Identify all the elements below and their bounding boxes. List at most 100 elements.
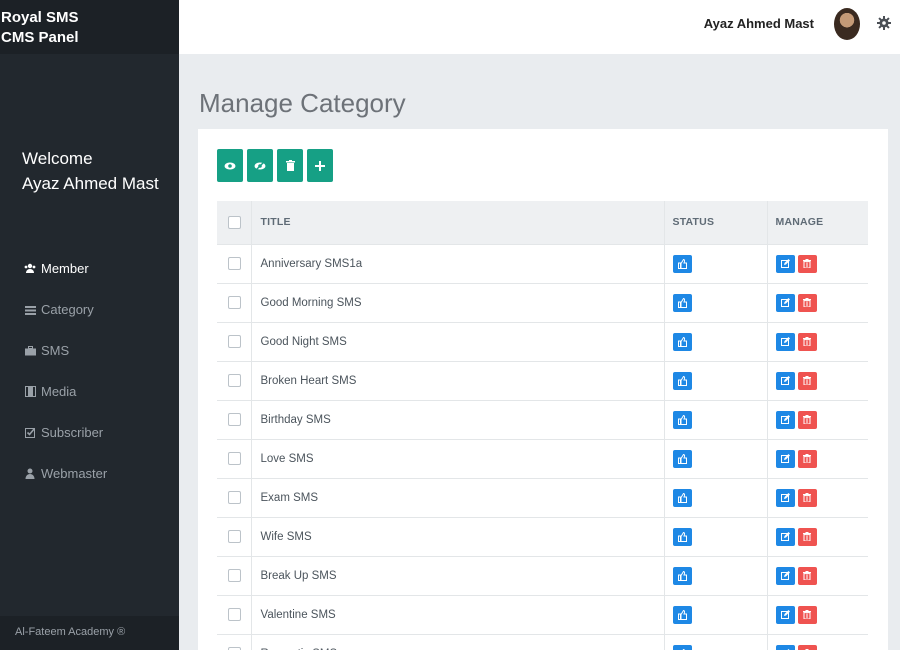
sidebar-item-subscriber[interactable]: Subscriber [0,412,179,453]
sidebar-item-category[interactable]: Category [0,289,179,330]
column-header-title[interactable]: TITLE [251,201,665,244]
select-all-checkbox[interactable] [228,215,241,229]
table-row: Good Morning SMS [217,282,868,322]
delete-button[interactable] [797,527,817,546]
delete-button[interactable] [797,449,817,468]
eye-slash-icon [254,161,266,171]
edit-icon [780,571,790,580]
status-toggle-button[interactable] [672,410,692,429]
row-checkbox[interactable] [228,452,241,465]
edit-button[interactable] [775,566,795,585]
edit-button[interactable] [775,449,795,468]
row-checkbox[interactable] [228,374,241,387]
row-status-cell [664,438,768,478]
row-select-cell [217,477,252,517]
edit-button[interactable] [775,644,795,650]
row-checkbox[interactable] [228,569,241,582]
briefcase-icon [24,345,36,357]
row-manage-cell [767,360,868,400]
row-checkbox[interactable] [228,491,241,504]
row-manage-cell [767,516,868,556]
status-toggle-button[interactable] [672,254,692,273]
table-row: Good Night SMS [217,321,868,361]
row-select-cell [217,282,252,322]
column-header-manage: MANAGE [775,216,824,229]
status-toggle-button[interactable] [672,371,692,390]
row-select-cell [217,438,252,478]
row-checkbox[interactable] [228,530,241,543]
edit-icon [780,415,790,424]
row-title: Broken Heart SMS [251,360,665,400]
row-status-cell [664,321,768,361]
row-select-cell [217,594,252,634]
thumbs-up-icon [677,570,687,581]
sidebar-item-label: Category [41,302,94,317]
sidebar-item-media[interactable]: Media [0,371,179,412]
table-body: Anniversary SMS1a Good Morning SMS Good Ni… [217,243,868,650]
delete-button[interactable] [797,371,817,390]
edit-button[interactable] [775,293,795,312]
row-select-cell [217,321,252,361]
hide-button[interactable] [247,149,273,182]
row-title: Break Up SMS [251,555,665,595]
status-toggle-button[interactable] [672,293,692,312]
gear-icon[interactable] [877,16,891,30]
header-username[interactable]: Ayaz Ahmed Mast [704,16,814,31]
sidebar-item-sms[interactable]: SMS [0,330,179,371]
status-toggle-button[interactable] [672,332,692,351]
status-toggle-button[interactable] [672,644,692,650]
delete-selected-button[interactable] [277,149,303,182]
column-header-status[interactable]: STATUS [664,201,768,244]
edit-icon [780,376,790,385]
edit-button[interactable] [775,605,795,624]
row-manage-cell [767,633,868,650]
trash-icon [803,337,811,346]
delete-button[interactable] [797,332,817,351]
sidebar-footer: Al-Fateem Academy ® [0,616,179,650]
thumbs-up-icon [677,531,687,542]
row-title: Good Night SMS [251,321,665,361]
welcome-label: Welcome [22,149,93,168]
edit-button[interactable] [775,332,795,351]
delete-button[interactable] [797,254,817,273]
delete-button[interactable] [797,566,817,585]
select-all-cell [217,201,252,244]
row-status-cell [664,477,768,517]
avatar[interactable] [834,8,860,40]
row-select-cell [217,243,252,283]
thumbs-up-icon [677,297,687,308]
row-checkbox[interactable] [228,413,241,426]
delete-button[interactable] [797,293,817,312]
row-checkbox[interactable] [228,257,241,270]
row-manage-cell [767,399,868,439]
sidebar-item-webmaster[interactable]: Webmaster [0,453,179,494]
row-select-cell [217,516,252,556]
edit-button[interactable] [775,527,795,546]
delete-button[interactable] [797,410,817,429]
edit-button[interactable] [775,254,795,273]
status-toggle-button[interactable] [672,566,692,585]
row-title: Valentine SMS [251,594,665,634]
edit-button[interactable] [775,410,795,429]
page-title: Manage Category [199,88,406,118]
show-button[interactable] [217,149,243,182]
status-toggle-button[interactable] [672,527,692,546]
sidebar-item-member[interactable]: Member [0,248,179,289]
thumbs-up-icon [677,453,687,464]
row-checkbox[interactable] [228,296,241,309]
row-checkbox[interactable] [228,608,241,621]
trash-icon [803,298,811,307]
row-checkbox[interactable] [228,335,241,348]
brand-logo[interactable]: Royal SMS CMS Panel [0,0,179,54]
delete-button[interactable] [797,644,817,650]
add-category-button[interactable] [307,149,333,182]
thumbs-up-icon [677,258,687,269]
delete-button[interactable] [797,605,817,624]
status-toggle-button[interactable] [672,605,692,624]
status-toggle-button[interactable] [672,488,692,507]
edit-button[interactable] [775,488,795,507]
edit-button[interactable] [775,371,795,390]
status-toggle-button[interactable] [672,449,692,468]
row-title: Anniversary SMS1a [251,243,665,283]
delete-button[interactable] [797,488,817,507]
